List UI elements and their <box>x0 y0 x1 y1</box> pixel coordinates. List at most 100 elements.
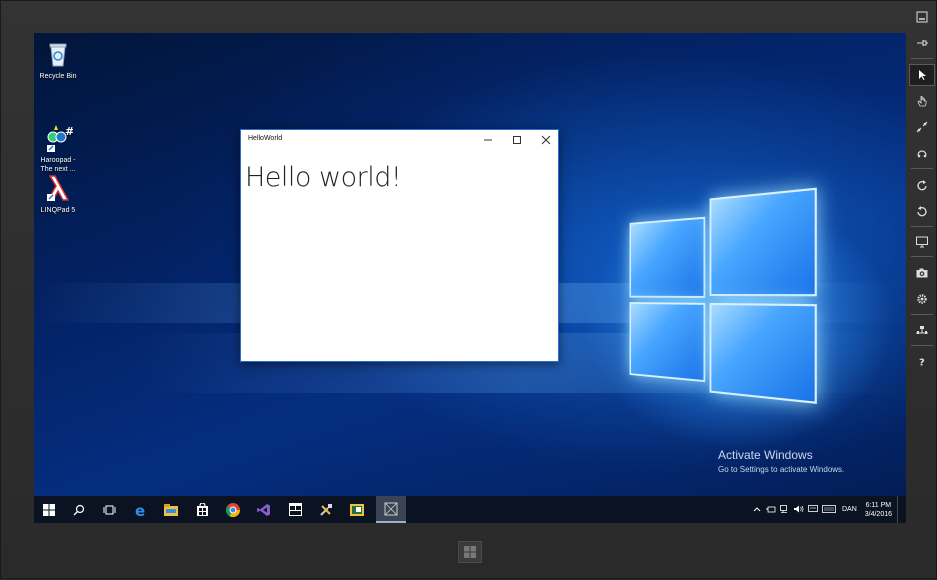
toolbar-separator <box>911 256 933 257</box>
always-on-top-button[interactable] <box>909 32 935 54</box>
close-button[interactable] <box>531 130 560 150</box>
desktop-icon-haroopad[interactable]: # Haroopad - The next ... <box>34 105 82 183</box>
activation-watermark: Activate Windows Go to Settings to activ… <box>718 448 844 474</box>
search-icon <box>73 504 85 515</box>
clock[interactable]: 6:11 PM 3/4/2016 <box>865 501 892 519</box>
rotate-clockwise-button[interactable] <box>909 174 935 196</box>
clock-date: 3/4/2016 <box>864 510 892 518</box>
system-tray: DAN 6:11 PM 3/4/2016 <box>753 496 900 523</box>
watermark-title: Activate Windows <box>718 448 813 462</box>
gear-icon <box>917 294 927 304</box>
image-app-button[interactable] <box>342 496 372 523</box>
desktop-icon-label: Recycle Bin <box>39 73 77 80</box>
change-resolution-button[interactable] <box>909 231 935 253</box>
keyboard-tray-button[interactable] <box>822 504 836 515</box>
maximize-button[interactable] <box>502 130 531 150</box>
app-button[interactable] <box>280 496 310 523</box>
recycle-bin-icon <box>43 39 73 69</box>
start-button[interactable] <box>34 496 64 523</box>
task-view-button[interactable] <box>94 496 124 523</box>
power-tray-button[interactable] <box>765 505 776 515</box>
chevron-up-icon <box>753 506 761 511</box>
toolbar-separator <box>911 226 933 227</box>
minimize-icon <box>483 139 492 141</box>
tools-icon <box>320 503 332 516</box>
monitor-icon <box>916 236 928 248</box>
toolbar-separator <box>911 58 933 59</box>
basic-touch-mode-button[interactable] <box>909 90 935 112</box>
edge-icon: e <box>135 503 145 517</box>
maximize-icon <box>512 136 521 144</box>
start-icon <box>43 503 55 516</box>
toolbar-separator <box>911 345 933 346</box>
show-desktop-button[interactable] <box>897 496 900 523</box>
language-indicator[interactable]: DAN <box>842 506 857 513</box>
battery-plug-icon <box>765 506 776 512</box>
simulator-toolbar: ? <box>907 1 937 580</box>
app-icon <box>288 503 302 516</box>
image-app-icon <box>350 503 364 516</box>
desktop-icon-label: Haroopad - The next ... <box>40 157 76 173</box>
mouse-mode-button[interactable] <box>909 64 935 86</box>
tools-button[interactable] <box>311 496 341 523</box>
copy-screenshot-button[interactable] <box>909 262 935 284</box>
settings-button[interactable] <box>909 288 935 310</box>
windows-logo-icon <box>464 546 476 558</box>
svg-text:?: ? <box>919 358 925 368</box>
watermark-subtitle: Go to Settings to activate Windows. <box>718 465 845 474</box>
desktop-icon-label: LINQPad 5 <box>40 207 76 214</box>
edge-button[interactable]: e <box>126 496 156 523</box>
store-icon <box>196 503 208 516</box>
window-titlebar[interactable]: HelloWorld <box>241 130 558 150</box>
help-icon: ? <box>919 358 925 368</box>
rotation-touch-mode-button[interactable] <box>909 142 935 164</box>
helloworld-window[interactable]: HelloWorld Hello world! <box>240 129 559 362</box>
pin-icon <box>917 40 928 46</box>
visual-studio-button[interactable] <box>249 496 279 523</box>
desktop-screen: Recycle Bin # Haroopad - The next ... <box>34 33 906 523</box>
haroopad-icon: # <box>43 114 74 152</box>
volume-tray-button[interactable] <box>793 505 804 515</box>
store-button[interactable] <box>187 496 217 523</box>
file-explorer-icon <box>164 503 178 516</box>
windows-logo-wallpaper <box>629 187 817 404</box>
helloworld-app-icon <box>384 502 398 515</box>
taskbar: e DAN 6:11 PM 3/4/2016 <box>34 496 906 523</box>
help-button[interactable]: ? <box>909 350 935 372</box>
window-title: HelloWorld <box>248 135 283 142</box>
close-icon <box>541 135 550 145</box>
file-explorer-button[interactable] <box>156 496 186 523</box>
pinch-icon <box>916 121 928 133</box>
clock-time: 6:11 PM <box>865 501 892 509</box>
linqpad-icon <box>43 173 73 203</box>
windows-home-button[interactable] <box>458 541 482 563</box>
action-center-tray-button[interactable] <box>808 504 818 515</box>
minimize-button[interactable] <box>473 130 502 150</box>
simulator-frame: Recycle Bin # Haroopad - The next ... <box>0 0 937 579</box>
toolbar-separator <box>911 168 933 169</box>
svg-text:e: e <box>135 503 145 517</box>
network-plug-icon <box>916 326 928 334</box>
task-view-icon <box>103 505 115 514</box>
camera-icon <box>916 268 928 278</box>
network-button[interactable] <box>909 319 935 341</box>
chrome-icon <box>226 502 240 517</box>
show-hidden-icons[interactable] <box>753 506 761 514</box>
toolbar-minimize-button[interactable] <box>909 6 935 28</box>
arrow-pointer-icon <box>919 70 926 80</box>
hello-text: Hello world! <box>245 162 402 193</box>
keyboard-icon <box>822 504 836 513</box>
visual-studio-icon <box>257 503 270 516</box>
rotate-clockwise-icon <box>917 180 927 191</box>
pinch-zoom-mode-button[interactable] <box>909 116 935 138</box>
chrome-button[interactable] <box>218 496 248 523</box>
svg-text:#: # <box>65 125 73 138</box>
search-button[interactable] <box>64 496 94 523</box>
network-tray-button[interactable] <box>780 504 790 515</box>
desktop-icon-linqpad[interactable]: LINQPad 5 <box>34 173 82 215</box>
minimize-window-icon <box>916 11 928 23</box>
hand-icon <box>917 95 927 107</box>
desktop-icon-recycle-bin[interactable]: Recycle Bin <box>34 39 82 81</box>
helloworld-taskbar-button[interactable] <box>376 496 406 523</box>
rotate-counterclockwise-button[interactable] <box>909 200 935 222</box>
